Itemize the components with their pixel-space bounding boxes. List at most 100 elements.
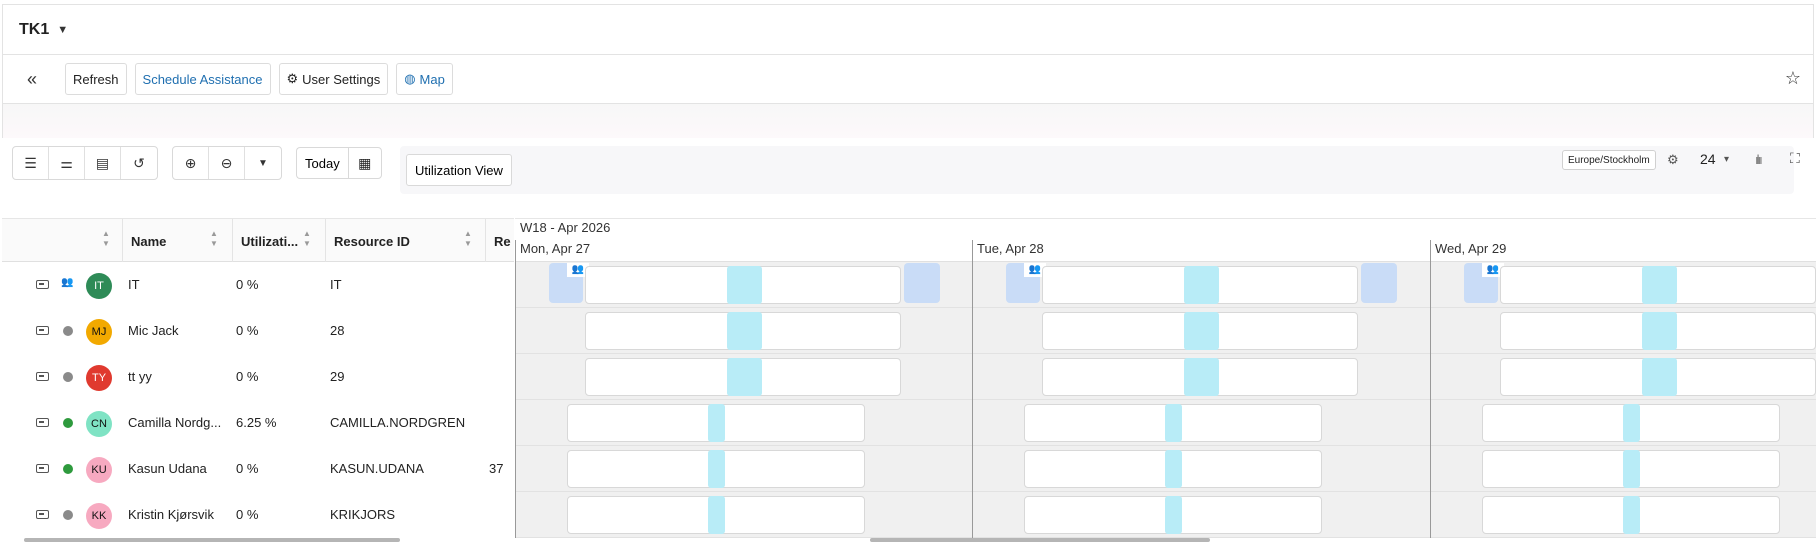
resource-id: IT: [330, 277, 342, 292]
group-icon: 👥: [61, 277, 74, 288]
row-divider: [515, 353, 1816, 354]
sort-icon[interactable]: ▲ ▼: [303, 229, 311, 249]
history-icon[interactable]: ↺: [121, 147, 157, 179]
card-icon[interactable]: [36, 510, 49, 519]
zoom-in-icon[interactable]: ⊕: [173, 147, 209, 179]
resource-name: Kristin Kjørsvik: [128, 507, 214, 522]
star-icon[interactable]: ☆: [1785, 68, 1801, 89]
resource-name: Mic Jack: [128, 323, 179, 338]
column-label: Name: [131, 233, 167, 249]
avatar: KK: [86, 503, 112, 529]
booking-block[interactable]: [1184, 358, 1219, 396]
column-header-extra[interactable]: Re: [485, 219, 514, 263]
map-button[interactable]: ◍ Map: [396, 63, 453, 95]
day-label: Wed, Apr 29: [1435, 241, 1507, 256]
booking-block[interactable]: [1165, 496, 1182, 534]
group-block[interactable]: [904, 263, 940, 303]
status-dot: [63, 464, 73, 474]
utilization-value: 0 %: [236, 323, 259, 338]
resource-id: KRIKJORS: [330, 507, 396, 522]
day-divider: [515, 240, 516, 538]
booking-block[interactable]: [1184, 266, 1219, 304]
waveform-icon[interactable]: ılıı: [1755, 152, 1763, 167]
column-header-resource-id[interactable]: Resource ID: [325, 219, 485, 263]
card-icon[interactable]: ▤: [85, 147, 121, 179]
globe-icon: ◍: [404, 71, 416, 86]
view-tools-group: ☰ ⚌ ▤ ↺: [12, 146, 158, 180]
grid-scrollbar[interactable]: [24, 538, 400, 542]
title-bar: TK1 ▼: [2, 4, 1814, 54]
booking-block[interactable]: [1623, 404, 1640, 442]
sort-icon[interactable]: ▲ ▼: [210, 229, 218, 249]
table-row[interactable]: 👥 IT IT 0 % IT: [2, 262, 514, 308]
caret-down-icon[interactable]: ▼: [245, 147, 281, 179]
utilization-value: 0 %: [236, 507, 259, 522]
app-title[interactable]: TK1: [19, 21, 49, 39]
booking-block[interactable]: [727, 312, 762, 350]
booking-block[interactable]: [1623, 450, 1640, 488]
schedule-assistance-label: Schedule Assistance: [142, 71, 263, 87]
utilization-view-button[interactable]: Utilization View: [406, 154, 512, 186]
booking-block[interactable]: [1184, 312, 1219, 350]
booking-block[interactable]: [1623, 496, 1640, 534]
fullscreen-icon[interactable]: ⛶: [1790, 150, 1800, 167]
card-icon[interactable]: [36, 280, 49, 289]
utilization-value: 0 %: [236, 277, 259, 292]
booking-block[interactable]: [708, 404, 725, 442]
booking-block[interactable]: [1165, 404, 1182, 442]
booking-block[interactable]: [708, 450, 725, 488]
chevron-down-icon[interactable]: ▾: [1724, 154, 1729, 165]
card-icon[interactable]: [36, 372, 49, 381]
card-icon[interactable]: [36, 326, 49, 335]
card-icon[interactable]: [36, 418, 49, 427]
timeline-scrollbar[interactable]: [870, 538, 1210, 542]
zoom-out-icon[interactable]: ⊖: [209, 147, 245, 179]
schedule-assistance-button[interactable]: Schedule Assistance: [134, 63, 271, 95]
column-label: Utilizati...: [241, 233, 299, 249]
avatar: IT: [86, 273, 112, 299]
utilization-value: 6.25 %: [236, 415, 277, 430]
booking-block[interactable]: [708, 496, 725, 534]
card-icon[interactable]: [36, 464, 49, 473]
today-button[interactable]: Today: [296, 147, 348, 179]
day-label: Mon, Apr 27: [520, 241, 591, 256]
grid-header: ▲ ▼ Name ▲ ▼ Utilizati... ▲ ▼ Resource ID ▲…: [2, 218, 514, 263]
main-toolbar: « Refresh Schedule Assistance ⚙ User Set…: [2, 54, 1814, 104]
timezone-badge[interactable]: Europe/Stockholm: [1562, 150, 1656, 170]
booking-block[interactable]: [1642, 358, 1677, 396]
gear-icon: ⚙: [286, 71, 299, 86]
table-row[interactable]: CN Camilla Nordg... 6.25 % CAMILLA.NORDGREN: [2, 400, 514, 446]
refresh-button[interactable]: Refresh: [65, 63, 127, 95]
group-block[interactable]: [1361, 263, 1397, 303]
list-icon[interactable]: ☰: [13, 147, 49, 179]
caret-down-icon[interactable]: ▼: [57, 24, 68, 36]
booking-block[interactable]: [727, 358, 762, 396]
avatar: MJ: [86, 319, 112, 345]
toolbar-band: [2, 104, 1814, 138]
resource-id: CAMILLA.NORDGREN: [330, 415, 466, 430]
booking-block[interactable]: [727, 266, 762, 304]
column-header-utilization[interactable]: Utilizati...: [232, 219, 327, 263]
table-row[interactable]: KU Kasun Udana 0 % KASUN.UDANA 37: [2, 446, 514, 492]
booking-block[interactable]: [1165, 450, 1182, 488]
booking-block[interactable]: [1642, 266, 1677, 304]
avatar: KU: [86, 457, 112, 483]
resource-name: Kasun Udana: [128, 461, 207, 476]
booking-block[interactable]: [1642, 312, 1677, 350]
calendar-icon[interactable]: ▦: [347, 147, 382, 179]
table-row[interactable]: MJ Mic Jack 0 % 28: [2, 308, 514, 354]
user-settings-button[interactable]: ⚙ User Settings: [278, 63, 389, 95]
day-divider: [1430, 240, 1431, 538]
row-divider: [515, 307, 1816, 308]
map-label: Map: [419, 71, 445, 87]
settings-gear-icon[interactable]: ⚙: [1667, 152, 1679, 168]
double-chevron-left-icon[interactable]: «: [21, 63, 43, 95]
day-label: Tue, Apr 28: [977, 241, 1044, 256]
resource-id: 29: [330, 369, 345, 384]
table-row[interactable]: KK Kristin Kjørsvik 0 % KRIKJORS: [2, 492, 514, 538]
table-row[interactable]: TY tt yy 0 % 29: [2, 354, 514, 400]
hours-select[interactable]: 24: [1700, 151, 1716, 167]
sliders-icon[interactable]: ⚌: [49, 147, 85, 179]
sort-icon[interactable]: ▲ ▼: [102, 229, 110, 249]
sort-icon[interactable]: ▲ ▼: [464, 229, 472, 249]
